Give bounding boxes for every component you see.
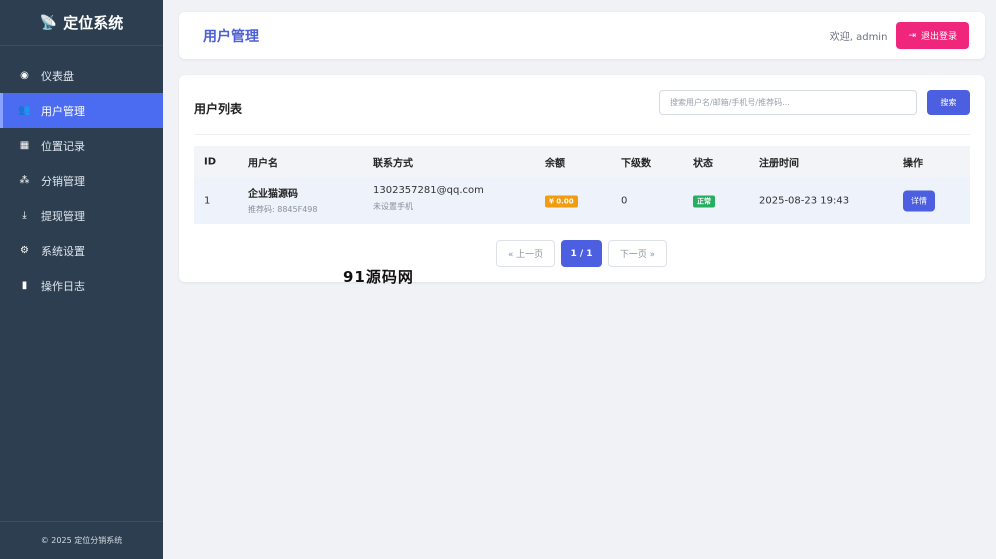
prev-page-button[interactable]: « 上一页 (496, 240, 555, 267)
user-table: ID 用户名 联系方式 余额 下级数 状态 注册时间 操作 1 企业猫源码 推荐… (194, 146, 970, 224)
card-title: 用户列表 (194, 102, 243, 116)
sitemap-icon: ⁂ (19, 175, 30, 186)
email: 1302357281@qq.com (373, 185, 484, 196)
column-header-subordinates: 下级数 (621, 158, 651, 169)
cell-balance: ¥ 0.00 (545, 195, 578, 207)
column-header-balance: 余额 (545, 158, 565, 169)
pagination: « 上一页 1 / 1 下一页 » (496, 240, 667, 267)
user-list-card: 用户列表 搜索 ID 用户名 联系方式 余额 下级数 状态 注册时间 操作 1 … (179, 75, 985, 282)
column-header-registered: 注册时间 (759, 158, 799, 169)
brand[interactable]: 📡 定位系统 (0, 0, 163, 46)
cell-registered: 2025-08-23 19:43 (759, 195, 850, 206)
sign-out-icon: ⇥ (908, 30, 916, 41)
map-icon: ▦ (19, 140, 30, 151)
sidebar-nav: ◉ 仪表盘 👥 用户管理 ▦ 位置记录 ⁂ 分销管理 ⤓ 提现管理 ⚙ 系统设置… (0, 58, 163, 303)
sidebar-item-logs[interactable]: ▮ 操作日志 (0, 268, 163, 303)
sidebar-item-label: 操作日志 (41, 279, 85, 293)
page-title: 用户管理 (203, 28, 259, 45)
balance-badge: ¥ 0.00 (545, 195, 578, 207)
file-icon: ▮ (21, 280, 28, 291)
detail-button[interactable]: 详情 (903, 190, 935, 211)
users-icon: 👥 (18, 105, 31, 116)
referral-code: 推荐码: 8845F498 (248, 205, 318, 214)
cell-actions: 详情 (903, 190, 935, 211)
column-header-actions: 操作 (903, 158, 923, 169)
table-header: ID 用户名 联系方式 余额 下级数 状态 注册时间 操作 (194, 146, 970, 177)
sidebar-item-label: 系统设置 (41, 244, 85, 258)
table-row[interactable]: 1 企业猫源码 推荐码: 8845F498 1302357281@qq.com … (194, 177, 970, 224)
sidebar: 📡 定位系统 ◉ 仪表盘 👥 用户管理 ▦ 位置记录 ⁂ 分销管理 ⤓ 提现管理… (0, 0, 163, 559)
sidebar-item-locations[interactable]: ▦ 位置记录 (0, 128, 163, 163)
column-header-id: ID (204, 156, 217, 167)
current-page[interactable]: 1 / 1 (561, 240, 602, 267)
column-header-username: 用户名 (248, 158, 278, 169)
satellite-dish-icon: 📡 (39, 14, 58, 31)
cell-contact: 1302357281@qq.com 未设置手机 (373, 185, 484, 212)
sidebar-item-users[interactable]: 👥 用户管理 (0, 93, 163, 128)
cogs-icon: ⚙ (20, 245, 29, 256)
status-badge: 正常 (693, 195, 715, 207)
watermark: 91源码网 (343, 268, 414, 286)
sidebar-item-label: 位置记录 (41, 139, 85, 153)
search-input[interactable] (659, 90, 917, 115)
withdraw-icon: ⤓ (22, 210, 27, 221)
phone: 未设置手机 (373, 202, 413, 211)
sidebar-item-label: 提现管理 (41, 209, 85, 223)
column-header-status: 状态 (693, 158, 713, 169)
cell-subordinates: 0 (621, 195, 628, 206)
username: 企业猫源码 (248, 189, 298, 200)
sidebar-footer: © 2025 定位分销系统 (0, 521, 163, 559)
logout-label: 退出登录 (920, 32, 957, 42)
card-header: 用户列表 搜索 (194, 75, 970, 135)
next-page-button[interactable]: 下一页 » (608, 240, 667, 267)
logout-button[interactable]: ⇥ 退出登录 (896, 22, 969, 49)
sidebar-item-withdrawals[interactable]: ⤓ 提现管理 (0, 198, 163, 233)
cell-id: 1 (204, 195, 211, 206)
sidebar-item-label: 用户管理 (41, 104, 85, 118)
dashboard-icon: ◉ (20, 70, 29, 81)
top-bar: 用户管理 欢迎, admin ⇥ 退出登录 (179, 12, 985, 59)
search-button[interactable]: 搜索 (927, 90, 970, 115)
brand-name: 定位系统 (63, 14, 124, 32)
cell-status: 正常 (693, 195, 715, 207)
column-header-contact: 联系方式 (373, 158, 413, 169)
sidebar-item-settings[interactable]: ⚙ 系统设置 (0, 233, 163, 268)
user-area: 欢迎, admin ⇥ 退出登录 (830, 22, 969, 49)
welcome-text: 欢迎, admin (829, 32, 888, 43)
sidebar-item-distribution[interactable]: ⁂ 分销管理 (0, 163, 163, 198)
sidebar-item-label: 分销管理 (41, 174, 85, 188)
cell-username: 企业猫源码 推荐码: 8845F498 (248, 185, 317, 215)
sidebar-item-dashboard[interactable]: ◉ 仪表盘 (0, 58, 163, 93)
sidebar-item-label: 仪表盘 (41, 69, 74, 83)
